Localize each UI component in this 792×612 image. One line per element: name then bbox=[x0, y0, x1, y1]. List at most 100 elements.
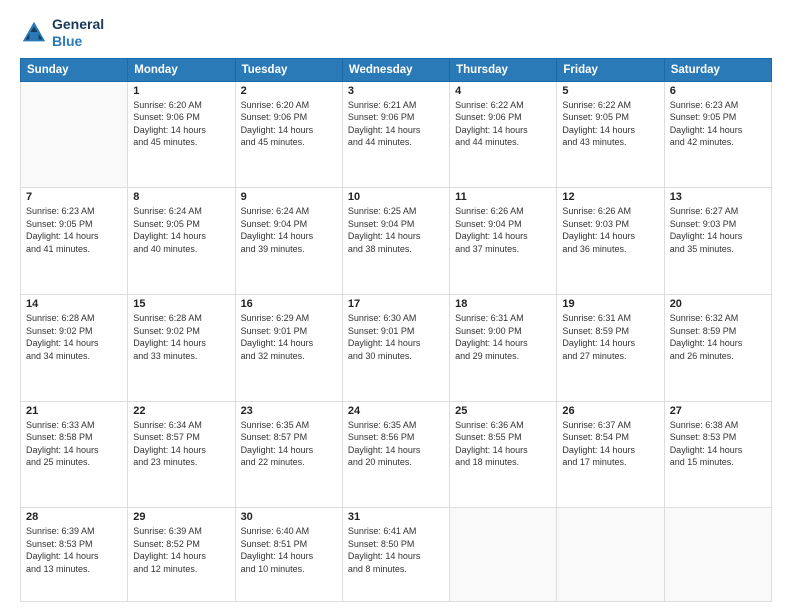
day-info: Sunrise: 6:39 AM Sunset: 8:52 PM Dayligh… bbox=[133, 525, 229, 575]
calendar-cell: 19 Sunrise: 6:31 AM Sunset: 8:59 PM Dayli… bbox=[557, 294, 664, 401]
day-number: 24 bbox=[348, 405, 444, 417]
day-number: 31 bbox=[348, 511, 444, 523]
calendar-cell: 2 Sunrise: 6:20 AM Sunset: 9:06 PM Daylig… bbox=[235, 81, 342, 188]
day-number: 29 bbox=[133, 511, 229, 523]
calendar-cell: 11 Sunrise: 6:26 AM Sunset: 9:04 PM Dayli… bbox=[450, 188, 557, 295]
day-number: 21 bbox=[26, 405, 122, 417]
calendar-cell: 29 Sunrise: 6:39 AM Sunset: 8:52 PM Dayli… bbox=[128, 508, 235, 602]
day-info: Sunrise: 6:26 AM Sunset: 9:04 PM Dayligh… bbox=[455, 205, 551, 255]
day-number: 25 bbox=[455, 405, 551, 417]
day-number: 23 bbox=[241, 405, 337, 417]
day-info: Sunrise: 6:22 AM Sunset: 9:06 PM Dayligh… bbox=[455, 99, 551, 149]
day-info: Sunrise: 6:31 AM Sunset: 9:00 PM Dayligh… bbox=[455, 312, 551, 362]
calendar-cell: 9 Sunrise: 6:24 AM Sunset: 9:04 PM Daylig… bbox=[235, 188, 342, 295]
day-number: 8 bbox=[133, 191, 229, 203]
calendar-cell: 23Sunrise: 6:35 AM Sunset: 8:57 PM Dayli… bbox=[235, 401, 342, 508]
page: General Blue SundayMondayTuesdayWednesda… bbox=[0, 0, 792, 612]
day-number: 14 bbox=[26, 298, 122, 310]
day-info: Sunrise: 6:25 AM Sunset: 9:04 PM Dayligh… bbox=[348, 205, 444, 255]
calendar-cell: 15 Sunrise: 6:28 AM Sunset: 9:02 PM Dayli… bbox=[128, 294, 235, 401]
logo: General Blue bbox=[20, 16, 104, 50]
day-info: Sunrise: 6:28 AM Sunset: 9:02 PM Dayligh… bbox=[26, 312, 122, 362]
day-number: 16 bbox=[241, 298, 337, 310]
day-info: Sunrise: 6:38 AM Sunset: 8:53 PM Dayligh… bbox=[670, 419, 766, 469]
day-number: 20 bbox=[670, 298, 766, 310]
day-info: Sunrise: 6:39 AM Sunset: 8:53 PM Dayligh… bbox=[26, 525, 122, 575]
calendar-cell: 16 Sunrise: 6:29 AM Sunset: 9:01 PM Dayli… bbox=[235, 294, 342, 401]
calendar-cell: 6 Sunrise: 6:23 AM Sunset: 9:05 PM Daylig… bbox=[664, 81, 771, 188]
day-number: 27 bbox=[670, 405, 766, 417]
calendar-cell: 25 Sunrise: 6:36 AM Sunset: 8:55 PM Dayli… bbox=[450, 401, 557, 508]
day-info: Sunrise: 6:33 AM Sunset: 8:58 PM Dayligh… bbox=[26, 419, 122, 469]
calendar-cell: 31Sunrise: 6:41 AM Sunset: 8:50 PM Dayli… bbox=[342, 508, 449, 602]
calendar-cell: 18Sunrise: 6:31 AM Sunset: 9:00 PM Dayli… bbox=[450, 294, 557, 401]
day-number: 15 bbox=[133, 298, 229, 310]
day-number: 13 bbox=[670, 191, 766, 203]
day-number: 30 bbox=[241, 511, 337, 523]
calendar-cell bbox=[557, 508, 664, 602]
weekday-header-friday: Friday bbox=[557, 58, 664, 81]
calendar-cell: 8 Sunrise: 6:24 AM Sunset: 9:05 PM Daylig… bbox=[128, 188, 235, 295]
day-number: 6 bbox=[670, 85, 766, 97]
day-info: Sunrise: 6:24 AM Sunset: 9:04 PM Dayligh… bbox=[241, 205, 337, 255]
day-number: 9 bbox=[241, 191, 337, 203]
weekday-header-thursday: Thursday bbox=[450, 58, 557, 81]
week-row-3: 21 Sunrise: 6:33 AM Sunset: 8:58 PM Dayli… bbox=[21, 401, 772, 508]
calendar-cell: 28Sunrise: 6:39 AM Sunset: 8:53 PM Dayli… bbox=[21, 508, 128, 602]
calendar-cell: 21 Sunrise: 6:33 AM Sunset: 8:58 PM Dayli… bbox=[21, 401, 128, 508]
day-number: 2 bbox=[241, 85, 337, 97]
day-number: 1 bbox=[133, 85, 229, 97]
calendar-cell bbox=[21, 81, 128, 188]
calendar-cell: 30 Sunrise: 6:40 AM Sunset: 8:51 PM Dayli… bbox=[235, 508, 342, 602]
day-number: 11 bbox=[455, 191, 551, 203]
day-info: Sunrise: 6:26 AM Sunset: 9:03 PM Dayligh… bbox=[562, 205, 658, 255]
weekday-header-monday: Monday bbox=[128, 58, 235, 81]
calendar-cell: 3 Sunrise: 6:21 AM Sunset: 9:06 PM Daylig… bbox=[342, 81, 449, 188]
header: General Blue bbox=[20, 16, 772, 50]
day-number: 4 bbox=[455, 85, 551, 97]
day-info: Sunrise: 6:40 AM Sunset: 8:51 PM Dayligh… bbox=[241, 525, 337, 575]
calendar-cell: 20 Sunrise: 6:32 AM Sunset: 8:59 PM Dayli… bbox=[664, 294, 771, 401]
weekday-header-wednesday: Wednesday bbox=[342, 58, 449, 81]
calendar-cell bbox=[664, 508, 771, 602]
calendar-cell: 14 Sunrise: 6:28 AM Sunset: 9:02 PM Dayli… bbox=[21, 294, 128, 401]
calendar-cell: 7 Sunrise: 6:23 AM Sunset: 9:05 PM Daylig… bbox=[21, 188, 128, 295]
calendar-table: SundayMondayTuesdayWednesdayThursdayFrid… bbox=[20, 58, 772, 602]
day-info: Sunrise: 6:30 AM Sunset: 9:01 PM Dayligh… bbox=[348, 312, 444, 362]
weekday-header-sunday: Sunday bbox=[21, 58, 128, 81]
calendar-cell: 4 Sunrise: 6:22 AM Sunset: 9:06 PM Daylig… bbox=[450, 81, 557, 188]
calendar-cell: 10 Sunrise: 6:25 AM Sunset: 9:04 PM Dayli… bbox=[342, 188, 449, 295]
day-info: Sunrise: 6:37 AM Sunset: 8:54 PM Dayligh… bbox=[562, 419, 658, 469]
week-row-0: 1 Sunrise: 6:20 AM Sunset: 9:06 PM Daylig… bbox=[21, 81, 772, 188]
day-number: 26 bbox=[562, 405, 658, 417]
logo-text: General Blue bbox=[52, 16, 104, 50]
day-info: Sunrise: 6:36 AM Sunset: 8:55 PM Dayligh… bbox=[455, 419, 551, 469]
calendar-cell: 22 Sunrise: 6:34 AM Sunset: 8:57 PM Dayli… bbox=[128, 401, 235, 508]
calendar-cell: 13Sunrise: 6:27 AM Sunset: 9:03 PM Dayli… bbox=[664, 188, 771, 295]
day-info: Sunrise: 6:29 AM Sunset: 9:01 PM Dayligh… bbox=[241, 312, 337, 362]
day-info: Sunrise: 6:20 AM Sunset: 9:06 PM Dayligh… bbox=[133, 99, 229, 149]
logo-icon bbox=[20, 19, 48, 47]
day-info: Sunrise: 6:24 AM Sunset: 9:05 PM Dayligh… bbox=[133, 205, 229, 255]
calendar-cell: 26 Sunrise: 6:37 AM Sunset: 8:54 PM Dayli… bbox=[557, 401, 664, 508]
day-number: 3 bbox=[348, 85, 444, 97]
day-number: 10 bbox=[348, 191, 444, 203]
day-info: Sunrise: 6:28 AM Sunset: 9:02 PM Dayligh… bbox=[133, 312, 229, 362]
calendar-cell bbox=[450, 508, 557, 602]
week-row-1: 7 Sunrise: 6:23 AM Sunset: 9:05 PM Daylig… bbox=[21, 188, 772, 295]
day-info: Sunrise: 6:32 AM Sunset: 8:59 PM Dayligh… bbox=[670, 312, 766, 362]
weekday-header-row: SundayMondayTuesdayWednesdayThursdayFrid… bbox=[21, 58, 772, 81]
calendar-cell: 17Sunrise: 6:30 AM Sunset: 9:01 PM Dayli… bbox=[342, 294, 449, 401]
day-info: Sunrise: 6:20 AM Sunset: 9:06 PM Dayligh… bbox=[241, 99, 337, 149]
day-info: Sunrise: 6:31 AM Sunset: 8:59 PM Dayligh… bbox=[562, 312, 658, 362]
day-info: Sunrise: 6:21 AM Sunset: 9:06 PM Dayligh… bbox=[348, 99, 444, 149]
day-info: Sunrise: 6:23 AM Sunset: 9:05 PM Dayligh… bbox=[26, 205, 122, 255]
day-number: 7 bbox=[26, 191, 122, 203]
day-info: Sunrise: 6:34 AM Sunset: 8:57 PM Dayligh… bbox=[133, 419, 229, 469]
day-info: Sunrise: 6:23 AM Sunset: 9:05 PM Dayligh… bbox=[670, 99, 766, 149]
calendar-cell: 24Sunrise: 6:35 AM Sunset: 8:56 PM Dayli… bbox=[342, 401, 449, 508]
week-row-4: 28Sunrise: 6:39 AM Sunset: 8:53 PM Dayli… bbox=[21, 508, 772, 602]
day-number: 19 bbox=[562, 298, 658, 310]
day-number: 22 bbox=[133, 405, 229, 417]
weekday-header-saturday: Saturday bbox=[664, 58, 771, 81]
